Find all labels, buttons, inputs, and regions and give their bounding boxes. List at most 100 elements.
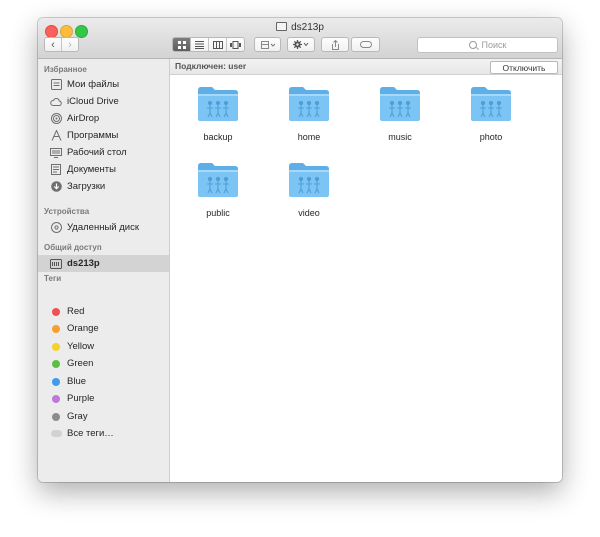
list-view-button[interactable] [190, 38, 208, 51]
sidebar-tag-purple[interactable]: Purple [38, 390, 169, 407]
sidebar-item-label: Рабочий стол [67, 147, 127, 158]
coverflow-view-button[interactable] [226, 38, 244, 51]
sidebar-item-documents[interactable]: Документы [38, 161, 169, 178]
sidebar-item-label: iCloud Drive [67, 96, 119, 107]
sidebar-item-icloud[interactable]: iCloud Drive [38, 93, 169, 110]
sidebar: Избранное Мои файлы iCloud Drive AirDrop… [38, 59, 170, 482]
sidebar-tag-red[interactable]: Red [38, 303, 169, 320]
sidebar-item-label: AirDrop [67, 113, 100, 124]
tag-button[interactable] [351, 37, 380, 52]
window-title: ds213p [38, 22, 562, 33]
cloud-icon [50, 96, 62, 108]
sidebar-item-desktop[interactable]: Рабочий стол [38, 144, 169, 161]
sidebar-item-label: Загрузки [67, 181, 106, 192]
folder-name: public [206, 208, 230, 218]
downloads-icon [50, 181, 62, 193]
all-files-icon [50, 79, 62, 91]
view-mode-control [172, 37, 245, 52]
tag-color-dot-icon [52, 342, 60, 351]
folder-name: music [388, 132, 412, 142]
column-view-icon [212, 40, 223, 49]
column-view-button[interactable] [208, 38, 226, 51]
sidebar-tag-label: Red [67, 306, 85, 317]
sidebar-item-label: Удаленный диск [67, 222, 139, 233]
sidebar-item-airdrop[interactable]: AirDrop [38, 110, 169, 127]
connection-bar: Подключен: user Отключить [170, 59, 562, 75]
coverflow-view-icon [230, 40, 241, 49]
tag-color-dot-icon [52, 412, 60, 421]
network-disk-icon [276, 22, 288, 31]
sidebar-item-applications[interactable]: Программы [38, 127, 169, 144]
shared-folder-icon [380, 87, 420, 121]
sidebar-all-tags-label: Все теги… [67, 428, 114, 439]
sidebar-tag-blue[interactable]: Blue [38, 373, 169, 390]
tag-icon [359, 41, 372, 48]
folder-video[interactable]: video [264, 162, 354, 226]
back-button[interactable]: ‹ [45, 38, 61, 51]
shared-folder-icon [198, 87, 238, 121]
sidebar-item-downloads[interactable]: Загрузки [38, 178, 169, 195]
shared-folder-icon [471, 87, 511, 121]
share-icon [331, 39, 339, 50]
sidebar-tag-green[interactable]: Green [38, 355, 169, 372]
folder-photo[interactable]: photo [446, 86, 536, 150]
sidebar-tag-yellow[interactable]: Yellow [38, 338, 169, 355]
sidebar-item-label: Программы [67, 130, 119, 141]
folder-backup[interactable]: backup [173, 86, 263, 150]
folder-name: home [297, 132, 321, 142]
sidebar-tag-label: Gray [67, 411, 88, 422]
folder-name: backup [203, 132, 233, 142]
desktop-icon [50, 147, 62, 159]
documents-icon [50, 164, 62, 176]
sidebar-section-favorites: Избранное [44, 65, 87, 74]
sidebar-section-shared: Общий доступ [44, 243, 102, 252]
disconnect-button[interactable]: Отключить [490, 61, 558, 74]
back-forward-control: ‹ › [44, 37, 79, 52]
sidebar-tag-label: Green [67, 358, 94, 369]
search-icon [468, 41, 477, 49]
connection-status: Подключен: user [175, 61, 247, 71]
sidebar-section-tags: Теги [44, 274, 62, 283]
back-arrow-icon: ‹ [51, 38, 55, 51]
gear-icon [293, 40, 309, 49]
tag-color-dot-icon [52, 324, 60, 333]
forward-arrow-icon: › [68, 38, 72, 51]
arrange-button[interactable] [254, 37, 281, 52]
tag-color-dot-icon [52, 394, 60, 403]
share-button[interactable] [321, 37, 349, 52]
forward-button[interactable]: › [61, 38, 78, 51]
sidebar-item-label: Документы [67, 164, 116, 175]
icon-view-button[interactable] [173, 38, 190, 51]
file-browser: Подключен: user Отключить backup home musi… [170, 59, 562, 482]
action-button[interactable] [287, 37, 315, 52]
folder-name: photo [479, 132, 503, 142]
sidebar-item-label: ds213p [67, 258, 100, 269]
sidebar-tag-label: Yellow [67, 341, 95, 352]
folder-music[interactable]: music [355, 86, 445, 150]
sidebar-tag-label: Purple [67, 393, 95, 404]
tag-color-dot-icon [52, 377, 60, 386]
tag-color-dot-icon [52, 307, 60, 316]
sidebar-item-remote-disc[interactable]: Удаленный диск [38, 219, 169, 236]
sidebar-tag-label: Blue [67, 376, 87, 387]
arrange-icon [260, 40, 275, 49]
sidebar-section-devices: Устройства [44, 207, 90, 216]
sidebar-all-tags[interactable]: Все теги… [38, 425, 169, 442]
list-view-icon [195, 40, 204, 49]
window-title-text: ds213p [291, 22, 324, 33]
toolbar: ds213p ‹ › Поиск [38, 18, 562, 59]
search-placeholder: Поиск [481, 40, 507, 50]
sidebar-item-all-files[interactable]: Мои файлы [38, 76, 169, 93]
airdrop-icon [50, 113, 62, 125]
sidebar-tag-label: Orange [67, 323, 99, 334]
shared-folder-icon [289, 163, 329, 197]
folder-name: video [298, 208, 320, 218]
applications-icon [50, 130, 62, 142]
sidebar-tag-orange[interactable]: Orange [38, 320, 169, 337]
search-field[interactable]: Поиск [417, 37, 558, 53]
grid-view-icon [177, 40, 186, 49]
sidebar-tag-gray[interactable]: Gray [38, 408, 169, 425]
folder-public[interactable]: public [173, 162, 263, 226]
folder-home[interactable]: home [264, 86, 354, 150]
sidebar-item-ds213p[interactable]: ds213p [38, 255, 169, 272]
